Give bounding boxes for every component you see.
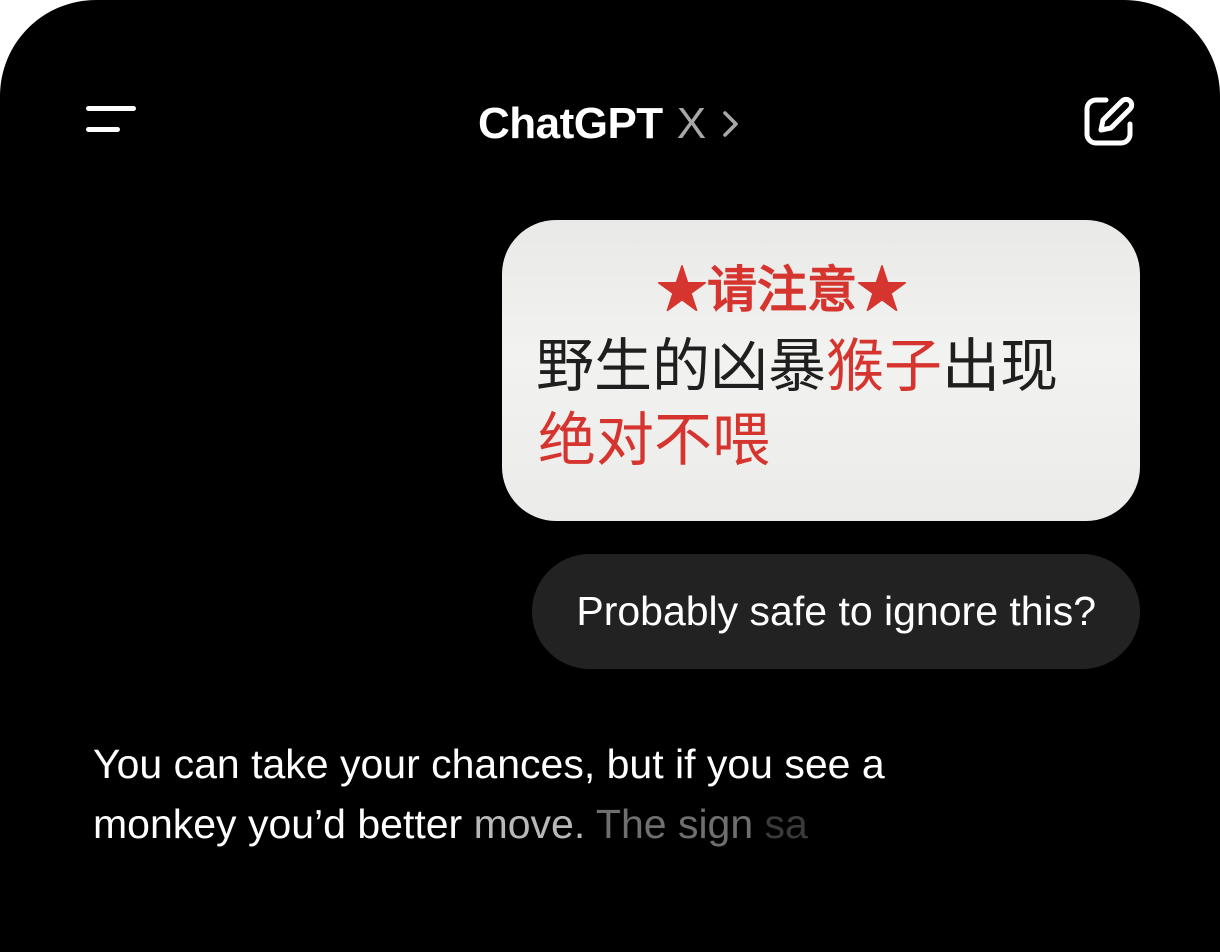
header-title-container: ChatGPT X [0,98,1220,150]
sign-body-prefix: 野生的凶暴 [536,332,827,400]
sign-body: 野生的凶暴猴子出现 [536,332,1058,400]
model-badge: X [676,99,707,148]
sign-warning: 绝对不喂 [538,406,771,474]
assistant-reply-streaming-3: sa [753,801,808,847]
chat-screen: ChatGPT X ★请注意★ 野生的凶暴猴子出现 绝对不喂 Probably … [0,0,1220,952]
sign-body-suffix: 出现 [942,332,1059,400]
model-selector[interactable]: ChatGPT X [478,98,742,150]
assistant-reply-text: monkey you’d better [93,801,474,847]
assistant-reply-streaming-1: move. [473,801,586,847]
assistant-reply-line-2: monkey you’d better move. The sign sa [93,794,1093,854]
assistant-reply-line-1: You can take your chances, but if you se… [93,741,885,787]
chevron-right-icon [723,111,738,137]
compose-icon[interactable] [1082,94,1136,148]
assistant-reply: You can take your chances, but if you se… [93,734,1093,854]
sign-heading: ★请注意★ [657,260,907,319]
app-title: ChatGPT [477,99,663,148]
sign-body-highlight: 猴子 [826,332,943,400]
user-message-bubble: Probably safe to ignore this? [532,554,1140,669]
user-image-attachment[interactable]: ★请注意★ 野生的凶暴猴子出现 绝对不喂 [502,220,1140,521]
assistant-reply-streaming-2: The sign [585,801,754,847]
user-message-text: Probably safe to ignore this? [576,588,1096,634]
